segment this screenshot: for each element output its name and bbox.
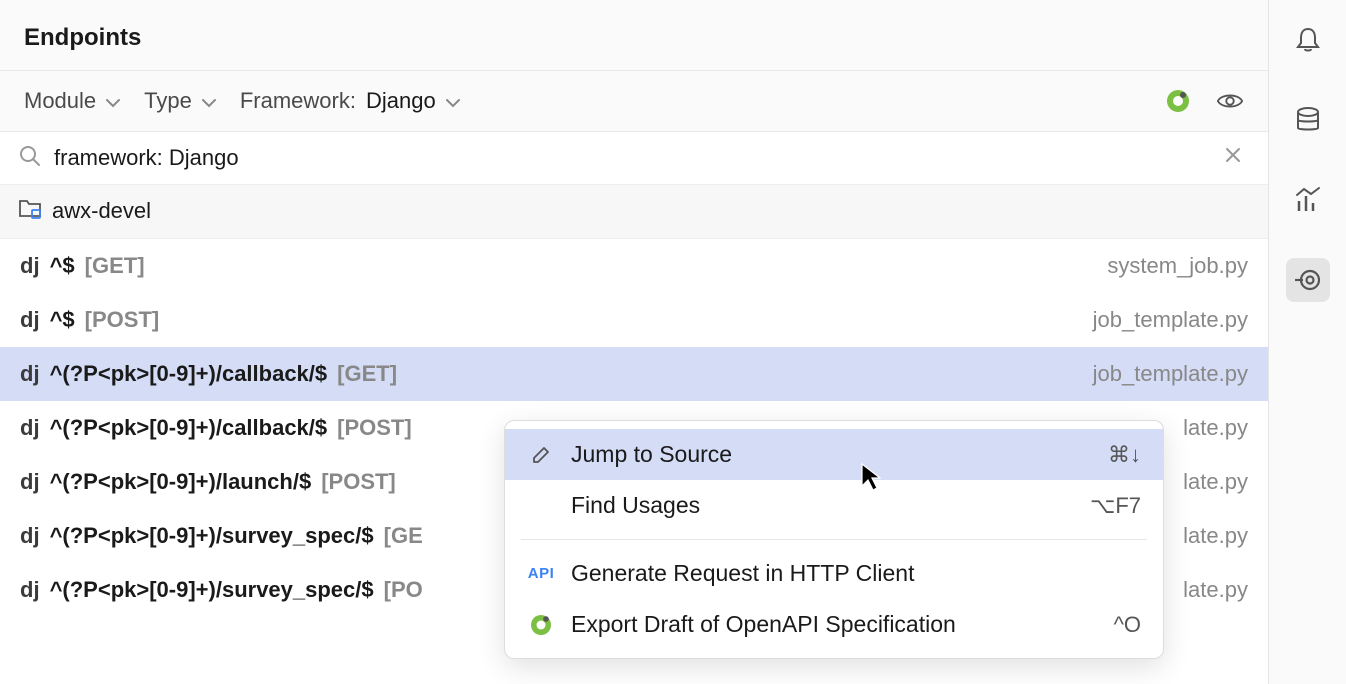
filter-framework[interactable]: Framework: Django — [240, 88, 460, 114]
project-row[interactable]: awx-devel — [0, 185, 1268, 239]
filter-framework-label: Framework: — [240, 88, 356, 114]
chevron-down-icon — [446, 88, 460, 114]
right-sidebar — [1268, 0, 1346, 684]
menu-item-jump-to-source[interactable]: Jump to Source ⌘↓ — [505, 429, 1163, 480]
django-badge: dj — [20, 469, 40, 495]
endpoint-method: [POST] — [85, 307, 160, 333]
menu-item-find-usages[interactable]: Find Usages ⌥F7 — [505, 480, 1163, 531]
project-name: awx-devel — [52, 198, 151, 224]
menu-item-shortcut: ⌥F7 — [1090, 493, 1141, 519]
django-badge: dj — [20, 361, 40, 387]
endpoint-file: system_job.py — [1107, 253, 1248, 279]
filter-framework-value: Django — [366, 88, 436, 114]
database-icon[interactable] — [1286, 98, 1330, 142]
pencil-icon — [527, 444, 555, 466]
endpoint-row[interactable]: dj ^(?P<pk>[0-9]+)/callback/$ [GET] job_… — [0, 347, 1268, 401]
django-badge: dj — [20, 307, 40, 333]
endpoint-method: [PO — [384, 577, 423, 603]
endpoint-route: ^(?P<pk>[0-9]+)/callback/$ — [50, 415, 328, 441]
api-icon: API — [527, 565, 555, 582]
endpoint-file: late.py — [1183, 523, 1248, 549]
context-menu: Jump to Source ⌘↓ Find Usages ⌥F7 API Ge… — [504, 420, 1164, 659]
search-input[interactable] — [54, 145, 1204, 171]
endpoint-file: job_template.py — [1093, 307, 1248, 333]
filter-module-label: Module — [24, 88, 96, 114]
search-row — [0, 132, 1268, 185]
endpoint-route: ^(?P<pk>[0-9]+)/survey_spec/$ — [50, 577, 374, 603]
endpoint-file: late.py — [1183, 415, 1248, 441]
endpoint-file: job_template.py — [1093, 361, 1248, 387]
page-title: Endpoints — [24, 24, 1244, 52]
analytics-icon[interactable] — [1286, 178, 1330, 222]
django-badge: dj — [20, 577, 40, 603]
header: Endpoints — [0, 0, 1268, 71]
filter-type-label: Type — [144, 88, 192, 114]
endpoint-file: late.py — [1183, 577, 1248, 603]
menu-item-export-openapi[interactable]: Export Draft of OpenAPI Specification ^O — [505, 599, 1163, 650]
endpoint-method: [POST] — [337, 415, 412, 441]
menu-item-label: Generate Request in HTTP Client — [571, 560, 1125, 587]
endpoint-method: [POST] — [321, 469, 396, 495]
menu-item-label: Find Usages — [571, 492, 1074, 519]
bell-icon[interactable] — [1286, 18, 1330, 62]
endpoint-method: [GET] — [85, 253, 145, 279]
menu-divider — [521, 539, 1147, 540]
django-badge: dj — [20, 415, 40, 441]
menu-item-shortcut: ^O — [1114, 612, 1141, 638]
menu-item-generate-request[interactable]: API Generate Request in HTTP Client — [505, 548, 1163, 599]
chevron-down-icon — [202, 88, 216, 114]
endpoints-icon[interactable] — [1286, 258, 1330, 302]
endpoint-route: ^$ — [50, 253, 75, 279]
folder-icon — [18, 197, 42, 224]
endpoint-row[interactable]: dj ^$ [GET] system_job.py — [0, 239, 1268, 293]
menu-item-shortcut: ⌘↓ — [1108, 442, 1141, 468]
endpoint-route: ^(?P<pk>[0-9]+)/callback/$ — [50, 361, 328, 387]
endpoint-route: ^(?P<pk>[0-9]+)/launch/$ — [50, 469, 312, 495]
eye-icon[interactable] — [1216, 87, 1244, 115]
main-panel: Endpoints Module Type Framework: Django — [0, 0, 1268, 684]
endpoint-route: ^$ — [50, 307, 75, 333]
endpoint-file: late.py — [1183, 469, 1248, 495]
django-badge: dj — [20, 253, 40, 279]
endpoint-method: [GET] — [337, 361, 397, 387]
filter-type[interactable]: Type — [144, 88, 216, 114]
django-badge: dj — [20, 523, 40, 549]
chevron-down-icon — [106, 88, 120, 114]
close-icon[interactable] — [1216, 142, 1250, 174]
openapi-icon — [527, 613, 555, 637]
menu-item-label: Export Draft of OpenAPI Specification — [571, 611, 1098, 638]
menu-item-label: Jump to Source — [571, 441, 1092, 468]
filter-module[interactable]: Module — [24, 88, 120, 114]
filter-bar: Module Type Framework: Django — [0, 71, 1268, 132]
openapi-icon[interactable] — [1164, 87, 1192, 115]
endpoint-method: [GE — [384, 523, 423, 549]
endpoint-row[interactable]: dj ^$ [POST] job_template.py — [0, 293, 1268, 347]
search-icon — [18, 144, 42, 173]
endpoint-route: ^(?P<pk>[0-9]+)/survey_spec/$ — [50, 523, 374, 549]
